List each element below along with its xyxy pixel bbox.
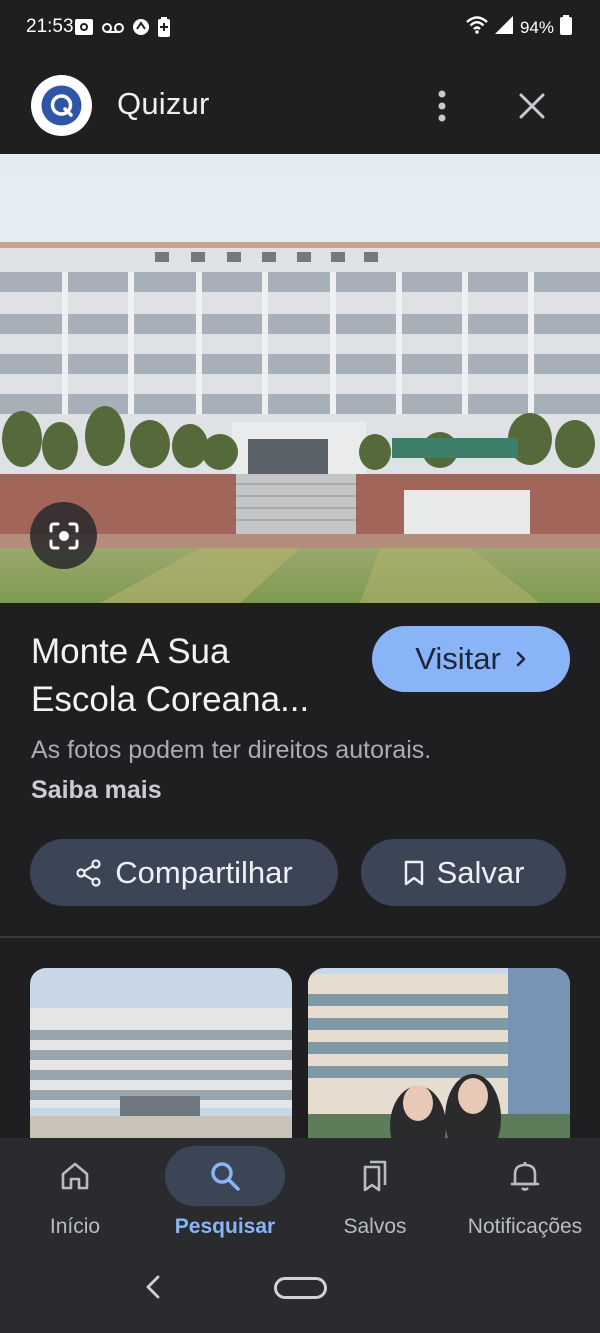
nav-item-inicio[interactable]: Início: [0, 1138, 150, 1256]
visit-button[interactable]: Visitar: [372, 626, 570, 692]
status-time: 21:53: [26, 16, 74, 37]
quizur-logo[interactable]: [31, 75, 92, 136]
system-navigation-bar: [0, 1256, 600, 1333]
voicemail-icon: [102, 21, 124, 39]
battery-icon: [560, 15, 572, 40]
system-back-button[interactable]: [140, 1273, 168, 1301]
nav-item-notificacoes[interactable]: Notificações: [450, 1138, 600, 1256]
nav-label-notificacoes: Notificações: [467, 1215, 583, 1238]
more-options-button[interactable]: [420, 84, 464, 128]
result-title: Monte A Sua Escola Coreana...: [31, 628, 361, 724]
home-icon: [61, 1162, 89, 1190]
signal-icon: [494, 15, 514, 40]
battery-percent: 94%: [519, 17, 554, 37]
related-school-image-1: [30, 968, 292, 1138]
share-button[interactable]: Compartilhar: [30, 839, 338, 906]
learn-more-link[interactable]: Saiba mais: [31, 776, 162, 804]
battery-saver-icon: [158, 17, 170, 42]
save-button[interactable]: Salvar: [361, 839, 566, 906]
bottom-navigation: Início Pesquisar Salvos Notificações: [0, 1138, 600, 1256]
screenshot-icon: [74, 18, 94, 41]
bookmark-icon: [404, 860, 423, 885]
app-header: Quizur: [0, 56, 600, 154]
related-school-image-2: [308, 968, 570, 1138]
search-icon: [211, 1162, 240, 1191]
system-home-button[interactable]: [274, 1277, 327, 1299]
share-label: Compartilhar: [115, 854, 293, 890]
more-vertical-icon: [438, 90, 446, 122]
nav-label-salvos: Salvos: [343, 1215, 407, 1238]
copyright-notice: As fotos podem ter direitos autorais. Sa…: [31, 730, 451, 810]
result-title-line2: Escola Coreana...: [31, 680, 310, 719]
nav-label-pesquisar: Pesquisar: [174, 1215, 276, 1238]
close-button[interactable]: [510, 84, 554, 128]
status-icons-left: [74, 17, 170, 42]
save-label: Salvar: [436, 854, 525, 890]
section-divider: [0, 936, 600, 938]
nav-label-inicio: Início: [49, 1215, 101, 1238]
google-lens-button[interactable]: [30, 502, 97, 569]
copyright-text: As fotos podem ter direitos autorais.: [31, 736, 432, 764]
status-icons-right: 94%: [466, 15, 572, 40]
visit-label: Visitar: [415, 641, 501, 676]
close-icon: [519, 93, 545, 119]
share-icon: [76, 858, 101, 887]
result-title-line1: Monte A Sua: [31, 632, 230, 671]
nav-item-salvos[interactable]: Salvos: [300, 1138, 450, 1256]
status-bar: 21:53 94%: [0, 0, 600, 56]
bookmarks-icon: [363, 1160, 387, 1192]
related-image-2[interactable]: [308, 968, 570, 1138]
nav-item-pesquisar[interactable]: Pesquisar: [150, 1138, 300, 1256]
related-image-1[interactable]: [30, 968, 292, 1138]
bell-icon: [510, 1162, 540, 1191]
lens-camera-icon: [49, 522, 78, 549]
wifi-icon: [466, 16, 488, 39]
quizur-logo-icon: [41, 85, 82, 126]
sync-icon: [132, 18, 150, 41]
app-title: Quizur: [117, 86, 210, 121]
chevron-right-icon: [516, 651, 526, 667]
